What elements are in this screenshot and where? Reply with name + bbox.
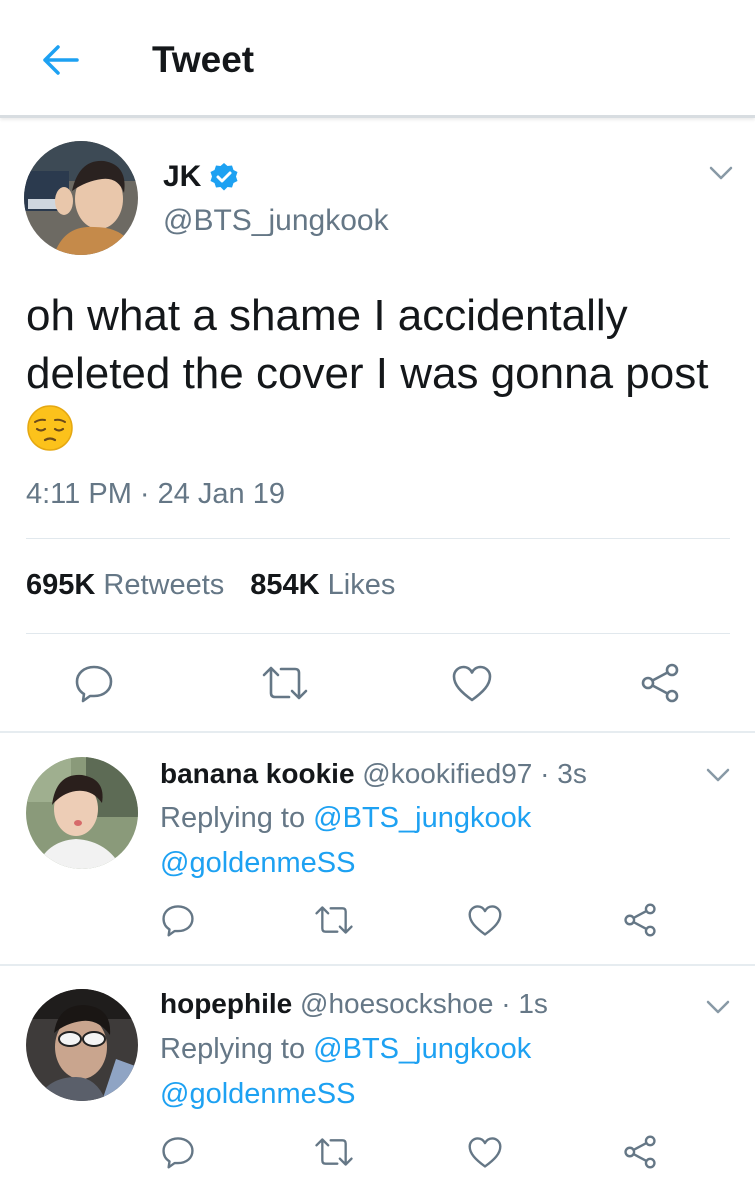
reply-icon: [162, 1137, 194, 1169]
retweet-icon: [262, 666, 308, 700]
share-icon: [624, 1135, 656, 1169]
chevron-down-icon: [706, 768, 730, 782]
reply-author-name[interactable]: hopephile: [160, 988, 292, 1019]
reply-time: · 3s: [540, 758, 587, 789]
replying-to-line: Replying to @BTS_jungkook: [160, 800, 531, 836]
share-button[interactable]: [621, 1134, 659, 1170]
reply-tweet[interactable]: banana kookie @kookified97 · 3s Replying…: [0, 735, 755, 964]
author-name-row: JK: [163, 159, 239, 195]
retweet-button[interactable]: [260, 661, 310, 705]
retweet-icon: [315, 1138, 353, 1166]
mention-link[interactable]: @goldenmeSS: [160, 1078, 356, 1110]
chevron-down-icon: [709, 166, 733, 180]
retweets-count: 695K: [26, 569, 96, 601]
verified-badge-icon: [210, 163, 238, 191]
reply-icon: [75, 665, 113, 703]
like-icon: [452, 665, 492, 702]
reply-options-button[interactable]: [703, 763, 733, 787]
reply-button[interactable]: [160, 902, 196, 938]
tweet-stats: 695K Retweets 854K Likes: [26, 567, 395, 603]
share-button[interactable]: [621, 902, 659, 938]
reply-text: @goldenmeSS: [160, 1076, 356, 1112]
tweet-text-content: oh what a shame I accidentally deleted t…: [26, 291, 709, 398]
tweet-options-button[interactable]: [706, 161, 736, 185]
tweet-timestamp[interactable]: 4:11 PM · 24 Jan 19: [26, 476, 285, 512]
back-button[interactable]: [36, 38, 84, 82]
likes-label: Likes: [327, 569, 396, 601]
likes-count: 854K: [250, 569, 320, 601]
like-icon: [468, 905, 502, 936]
share-icon: [641, 663, 679, 703]
top-bar: Tweet: [0, 0, 755, 118]
pensive-face-emoji: [26, 404, 74, 452]
replying-to-line: Replying to @BTS_jungkook: [160, 1031, 531, 1067]
replying-to-link[interactable]: @BTS_jungkook: [313, 1033, 531, 1065]
tweet-text: oh what a shame I accidentally deleted t…: [26, 287, 726, 461]
reply-text: @goldenmeSS: [160, 845, 356, 881]
divider: [26, 538, 730, 539]
reply-options-button[interactable]: [703, 995, 733, 1019]
reply-header: hopephile @hoesockshoe · 1s: [160, 987, 548, 1021]
likes-stat[interactable]: 854K Likes: [250, 567, 395, 603]
like-button[interactable]: [450, 661, 494, 705]
author-handle[interactable]: @BTS_jungkook: [163, 203, 389, 239]
author-name[interactable]: JK: [163, 159, 201, 195]
share-button[interactable]: [638, 661, 682, 705]
arrow-left-icon: [43, 45, 79, 75]
reply-author-handle[interactable]: @kookified97: [362, 758, 532, 789]
divider: [26, 633, 730, 634]
retweet-button[interactable]: [314, 1134, 354, 1170]
author-avatar[interactable]: [24, 141, 138, 255]
reply-avatar[interactable]: [26, 989, 138, 1101]
reply-button[interactable]: [72, 661, 116, 705]
share-icon: [624, 903, 656, 937]
page-title: Tweet: [152, 39, 255, 80]
replying-to-link[interactable]: @BTS_jungkook: [313, 802, 531, 834]
reply-avatar[interactable]: [26, 757, 138, 869]
retweet-button[interactable]: [314, 902, 354, 938]
reply-header: banana kookie @kookified97 · 3s: [160, 757, 587, 791]
like-button[interactable]: [466, 902, 504, 938]
replying-to-label: Replying to: [160, 802, 306, 834]
reply-author-name[interactable]: banana kookie: [160, 758, 355, 789]
main-tweet: JK @BTS_jungkook oh what a shame I accid…: [0, 121, 755, 733]
mention-link[interactable]: @goldenmeSS: [160, 847, 356, 879]
retweets-stat[interactable]: 695K Retweets: [26, 567, 224, 603]
replying-to-label: Replying to: [160, 1033, 306, 1065]
reply-tweet[interactable]: hopephile @hoesockshoe · 1s Replying to …: [0, 966, 755, 1200]
reply-icon: [162, 905, 194, 937]
chevron-down-icon: [706, 1000, 730, 1014]
reply-button[interactable]: [160, 1134, 196, 1170]
retweet-icon: [315, 906, 353, 934]
like-button[interactable]: [466, 1134, 504, 1170]
reply-time: · 1s: [501, 988, 548, 1019]
like-icon: [468, 1137, 502, 1168]
retweets-label: Retweets: [103, 569, 225, 601]
reply-author-handle[interactable]: @hoesockshoe: [300, 988, 493, 1019]
